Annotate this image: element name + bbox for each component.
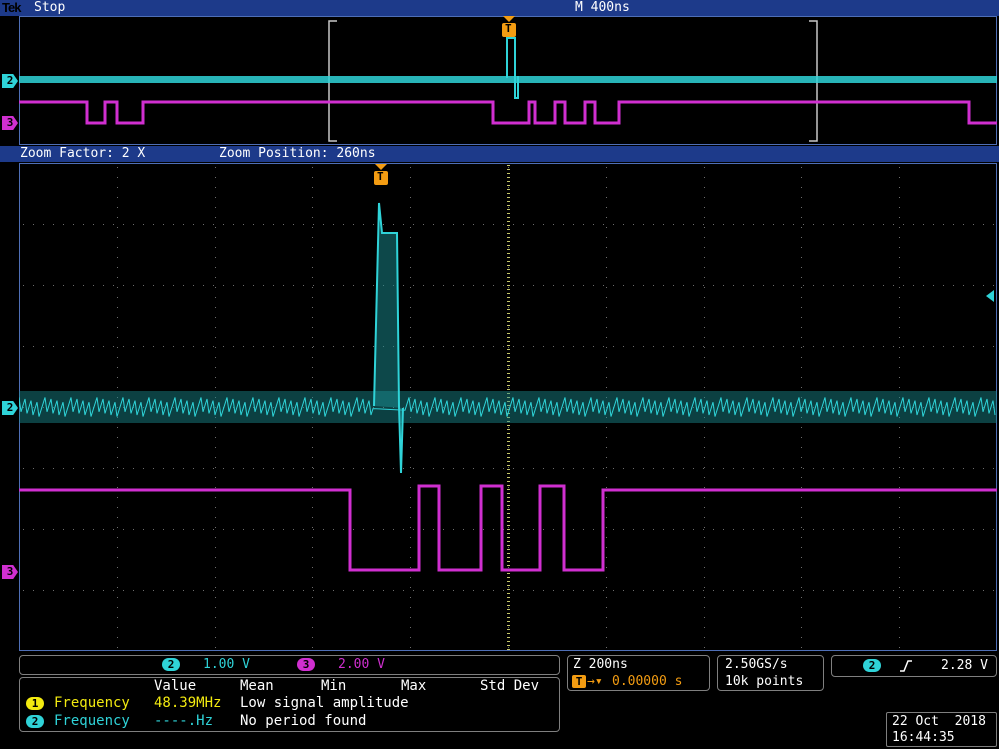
trigger-level-marker[interactable] [986,290,996,302]
arrow-right-icon: →▾ [587,674,603,689]
ch3-ground-marker[interactable]: 3 [2,565,18,579]
graticule-grid [19,165,997,650]
horizontal-panel[interactable]: Z 200ns T →▾ 0.00000 s [567,655,710,691]
timebase-readout[interactable]: M 400ns [575,0,630,15]
meas2-value: ----.Hz [154,713,214,729]
meas2-index[interactable]: 2 [26,715,44,728]
zoom-trigger-marker[interactable]: T [373,164,389,186]
ch2-badge[interactable]: 2 [162,658,180,671]
meas1-value: 48.39MHz [154,695,222,711]
ch2-pulse [373,202,404,474]
meas2-name[interactable]: Frequency [54,713,130,729]
trigger-source-badge[interactable]: 2 [863,659,881,672]
record-length[interactable]: 10k points [725,674,803,689]
date: 22 Oct 2018 [892,714,986,729]
brand-logo: Tek [2,0,21,15]
zoom-info-bar [0,146,999,162]
rising-edge-icon [900,660,912,672]
ch3-scale[interactable]: 2.00 V [338,657,385,672]
ch3-overview-ground-marker[interactable]: 3 [2,116,18,130]
status-bar [0,0,999,16]
meas-header-stddev: Std Dev [480,678,540,694]
ch2-overview-ground-marker[interactable]: 2 [2,74,18,88]
meas1-note: Low signal amplitude [240,695,409,711]
zoom-factor: Zoom Factor: 2 X [20,146,146,161]
sample-rate[interactable]: 2.50GS/s [725,657,788,672]
overview-trigger-marker[interactable]: T [501,16,517,38]
meas1-name[interactable]: Frequency [54,695,130,711]
meas-header-mean: Mean [240,678,274,694]
channel-scale-panel[interactable]: 2 1.00 V 3 2.00 V [19,655,560,675]
meas-header-max: Max [401,678,427,694]
trigger-panel[interactable]: 2 2.28 V [831,655,997,677]
datetime-panel: 22 Oct 2018 16:44:35 [886,712,997,747]
run-state[interactable]: Stop [34,0,65,15]
overview-ch3-trace [19,100,997,125]
zoom-graticule [19,163,997,651]
meas2-note: No period found [240,713,367,729]
trigger-delay-icon: T [572,675,586,688]
trigger-level[interactable]: 2.28 V [941,658,988,673]
meas-header-value: Value [154,678,197,694]
measurements-panel[interactable]: Value Mean Min Max Std Dev 1 Frequency 4… [19,677,560,732]
meas1-index[interactable]: 1 [26,697,44,710]
ch2-scale[interactable]: 1.00 V [203,657,250,672]
trigger-delay[interactable]: 0.00000 s [612,674,682,689]
time: 16:44:35 [892,730,955,745]
acquisition-panel[interactable]: 2.50GS/s 10k points [717,655,824,691]
meas-header-min: Min [321,678,347,694]
zoom-scale[interactable]: Z 200ns [573,657,628,672]
overview-ch2-pulse [506,37,519,99]
ch3-badge[interactable]: 3 [297,658,315,671]
zoom-position: Zoom Position: 260ns [219,146,376,161]
ch2-ground-marker[interactable]: 2 [2,401,18,415]
